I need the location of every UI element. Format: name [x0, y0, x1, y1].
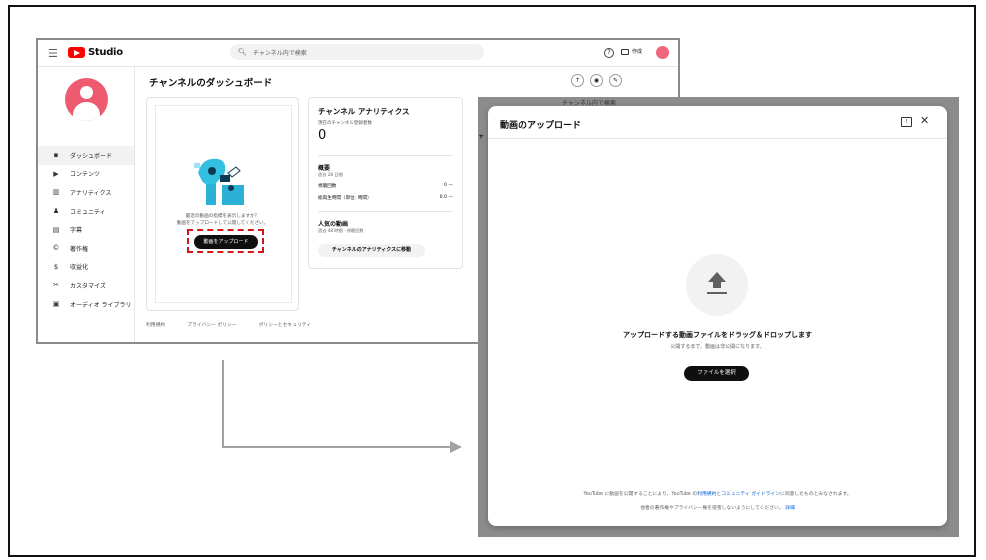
learn-more-link[interactable]: 詳細 — [785, 506, 795, 511]
page-title: チャンネルのダッシュボード — [149, 78, 273, 89]
subtitles-icon: ▤ — [52, 225, 60, 234]
policy-link[interactable]: ポリシーとセキュリティ — [259, 321, 311, 328]
views-label: 視聴回数 — [318, 184, 337, 189]
sidebar-item[interactable]: ▤ 字幕 — [38, 220, 134, 239]
sidebar-item[interactable]: ▥ アナリティクス — [38, 183, 134, 202]
sidebar-item-label: オーディオ ライブラリ — [70, 301, 132, 309]
footer-links: 利用規約 プライバシー ポリシー ポリシーとセキュリティ — [146, 321, 311, 328]
backdrop-text: ャ — [478, 133, 485, 140]
sidebar-item[interactable]: ▪ ダッシュボード — [38, 146, 134, 165]
upload-prompt-line-1: 最近の動画の指標を表示しますか？ — [185, 214, 260, 219]
customize-icon: ✂ — [53, 281, 59, 290]
help-icon[interactable]: ? — [604, 48, 614, 58]
divider — [318, 155, 453, 156]
create-video-icon — [621, 48, 629, 55]
audio-library-icon: ▣ — [52, 300, 60, 309]
private-note: 公開するまで、動画は非公開になります。 — [670, 344, 765, 350]
upload-card: 最近の動画の指標を表示しますか？ 動画をアップロードして公開してください。 動画… — [146, 97, 299, 311]
earn-icon: $ — [53, 262, 59, 271]
arrow-head-icon — [450, 441, 462, 453]
upload-icon[interactable]: ↑ — [571, 74, 584, 87]
dialog-title: 動画のアップロード — [500, 121, 582, 131]
watch-time-row: 総再生時間（単位: 時間） 0.0 — — [318, 195, 453, 201]
create-label: 作成 — [632, 49, 643, 55]
header-actions: ↑ ◉ ✎ — [571, 74, 622, 87]
top-bar: ☰ Studio 🔍︎ チャンネル内で検索 ? 作成 — [38, 40, 678, 67]
sidebar-item-label: 収益化 — [70, 264, 89, 272]
sidebar-item-label: 字幕 — [70, 227, 83, 235]
sidebar-item[interactable]: ♟ コミュニティ — [38, 202, 134, 221]
copyright-icon: © — [52, 244, 60, 253]
content-icon: ▶ — [53, 169, 59, 178]
sidebar: ▪ ダッシュボード ▶ コンテンツ ▥ アナリティクス ♟ コミュニティ ▤ 字幕 © 著作権 $ 収益化… — [38, 67, 135, 342]
views-row: 視聴回数 0 — — [318, 183, 453, 189]
terms-of-service-link[interactable]: 利用規約 — [697, 492, 716, 497]
sidebar-item-label: コンテンツ — [70, 171, 101, 179]
privacy-link[interactable]: プライバシー ポリシー — [187, 321, 236, 328]
sidebar-item[interactable]: $ 収益化 — [38, 258, 134, 277]
channel-analytics-card: チャンネル アナリティクス 現在のチャンネル登録者数 0 概要 過去 28 日間… — [308, 97, 463, 269]
upload-illustration-icon — [194, 158, 244, 205]
youtube-play-icon — [68, 47, 85, 58]
close-icon[interactable]: ✕ — [920, 114, 929, 127]
edit-icon[interactable]: ✎ — [609, 74, 622, 87]
sidebar-item[interactable]: ✂ カスタマイズ — [38, 276, 134, 295]
watch-time-value: 0.0 — — [439, 195, 453, 200]
divider — [318, 211, 453, 212]
select-files-button[interactable]: ファイルを選択 — [684, 366, 749, 381]
sidebar-item-label: 著作権 — [70, 245, 89, 253]
subscriber-count: 0 — [318, 128, 327, 143]
search-placeholder: チャンネル内で検索 — [252, 49, 307, 57]
views-value: 0 — — [444, 183, 453, 188]
sidebar-item[interactable]: ▶ コンテンツ — [38, 165, 134, 184]
community-icon: ♟ — [52, 207, 60, 216]
drop-instructions: アップロードする動画ファイルをドラッグ＆ドロップします — [623, 331, 812, 339]
terms-notice: YouTube に動画を公開することにより、YouTube の利用規約とコミュニ… — [583, 492, 852, 497]
top-videos-period: 過去 48 時間 · 視聴回数 — [318, 228, 364, 233]
sidebar-item[interactable]: © 著作権 — [38, 239, 134, 258]
logo-text: Studio — [88, 47, 123, 58]
community-guidelines-link[interactable]: コミュニティ ガイドライン — [721, 492, 780, 497]
highlight-box — [187, 229, 264, 253]
feedback-icon[interactable]: ! — [901, 117, 912, 127]
upload-prompt: 最近の動画の指標を表示しますか？ 動画をアップロードして公開してください。 — [147, 213, 298, 227]
sidebar-nav: ▪ ダッシュボード ▶ コンテンツ ▥ アナリティクス ♟ コミュニティ ▤ 字幕 © 著作権 $ 収益化… — [38, 146, 134, 313]
summary-title: 概要 — [318, 165, 331, 172]
go-to-analytics-button[interactable]: チャンネルのアナリティクスに移動 — [318, 244, 425, 257]
sidebar-item-label: アナリティクス — [70, 189, 112, 197]
sidebar-item-label: ダッシュボード — [70, 152, 113, 160]
create-button[interactable]: 作成 — [621, 48, 642, 55]
account-avatar[interactable] — [656, 46, 669, 59]
summary-period: 過去 28 日間 — [318, 172, 343, 177]
channel-avatar[interactable] — [65, 78, 108, 121]
live-icon[interactable]: ◉ — [590, 74, 603, 87]
top-videos-title: 人気の動画 — [318, 221, 349, 228]
watch-time-label: 総再生時間（単位: 時間） — [318, 196, 372, 201]
terms-link[interactable]: 利用規約 — [146, 321, 165, 328]
subscribers-label: 現在のチャンネル登録者数 — [318, 121, 372, 126]
upload-prompt-line-2: 動画をアップロードして公開してください。 — [176, 221, 269, 226]
analytics-icon: ▥ — [52, 188, 60, 197]
sidebar-item-label: カスタマイズ — [70, 282, 106, 290]
upload-drop-zone[interactable] — [686, 254, 748, 316]
search-input[interactable]: 🔍︎ チャンネル内で検索 — [230, 44, 484, 60]
connector-line — [222, 360, 224, 447]
menu-icon[interactable]: ☰ — [48, 47, 58, 60]
upload-dialog: 動画のアップロード ! ✕ アップロードする動画ファイルをドラッグ＆ドロップしま… — [488, 106, 947, 526]
analytics-title: チャンネル アナリティクス — [318, 107, 410, 116]
divider — [488, 138, 947, 139]
dashboard-icon: ▪ — [53, 151, 59, 160]
sidebar-item[interactable]: ▣ オーディオ ライブラリ — [38, 295, 134, 314]
connector-line — [222, 446, 452, 448]
search-icon: 🔍︎ — [238, 48, 247, 56]
youtube-studio-logo[interactable]: Studio — [68, 47, 123, 58]
sidebar-item-label: コミュニティ — [70, 208, 106, 216]
copyright-notice: 他者の著作権やプライバシー権を侵害しないようにしてください。 詳細 — [640, 506, 795, 511]
